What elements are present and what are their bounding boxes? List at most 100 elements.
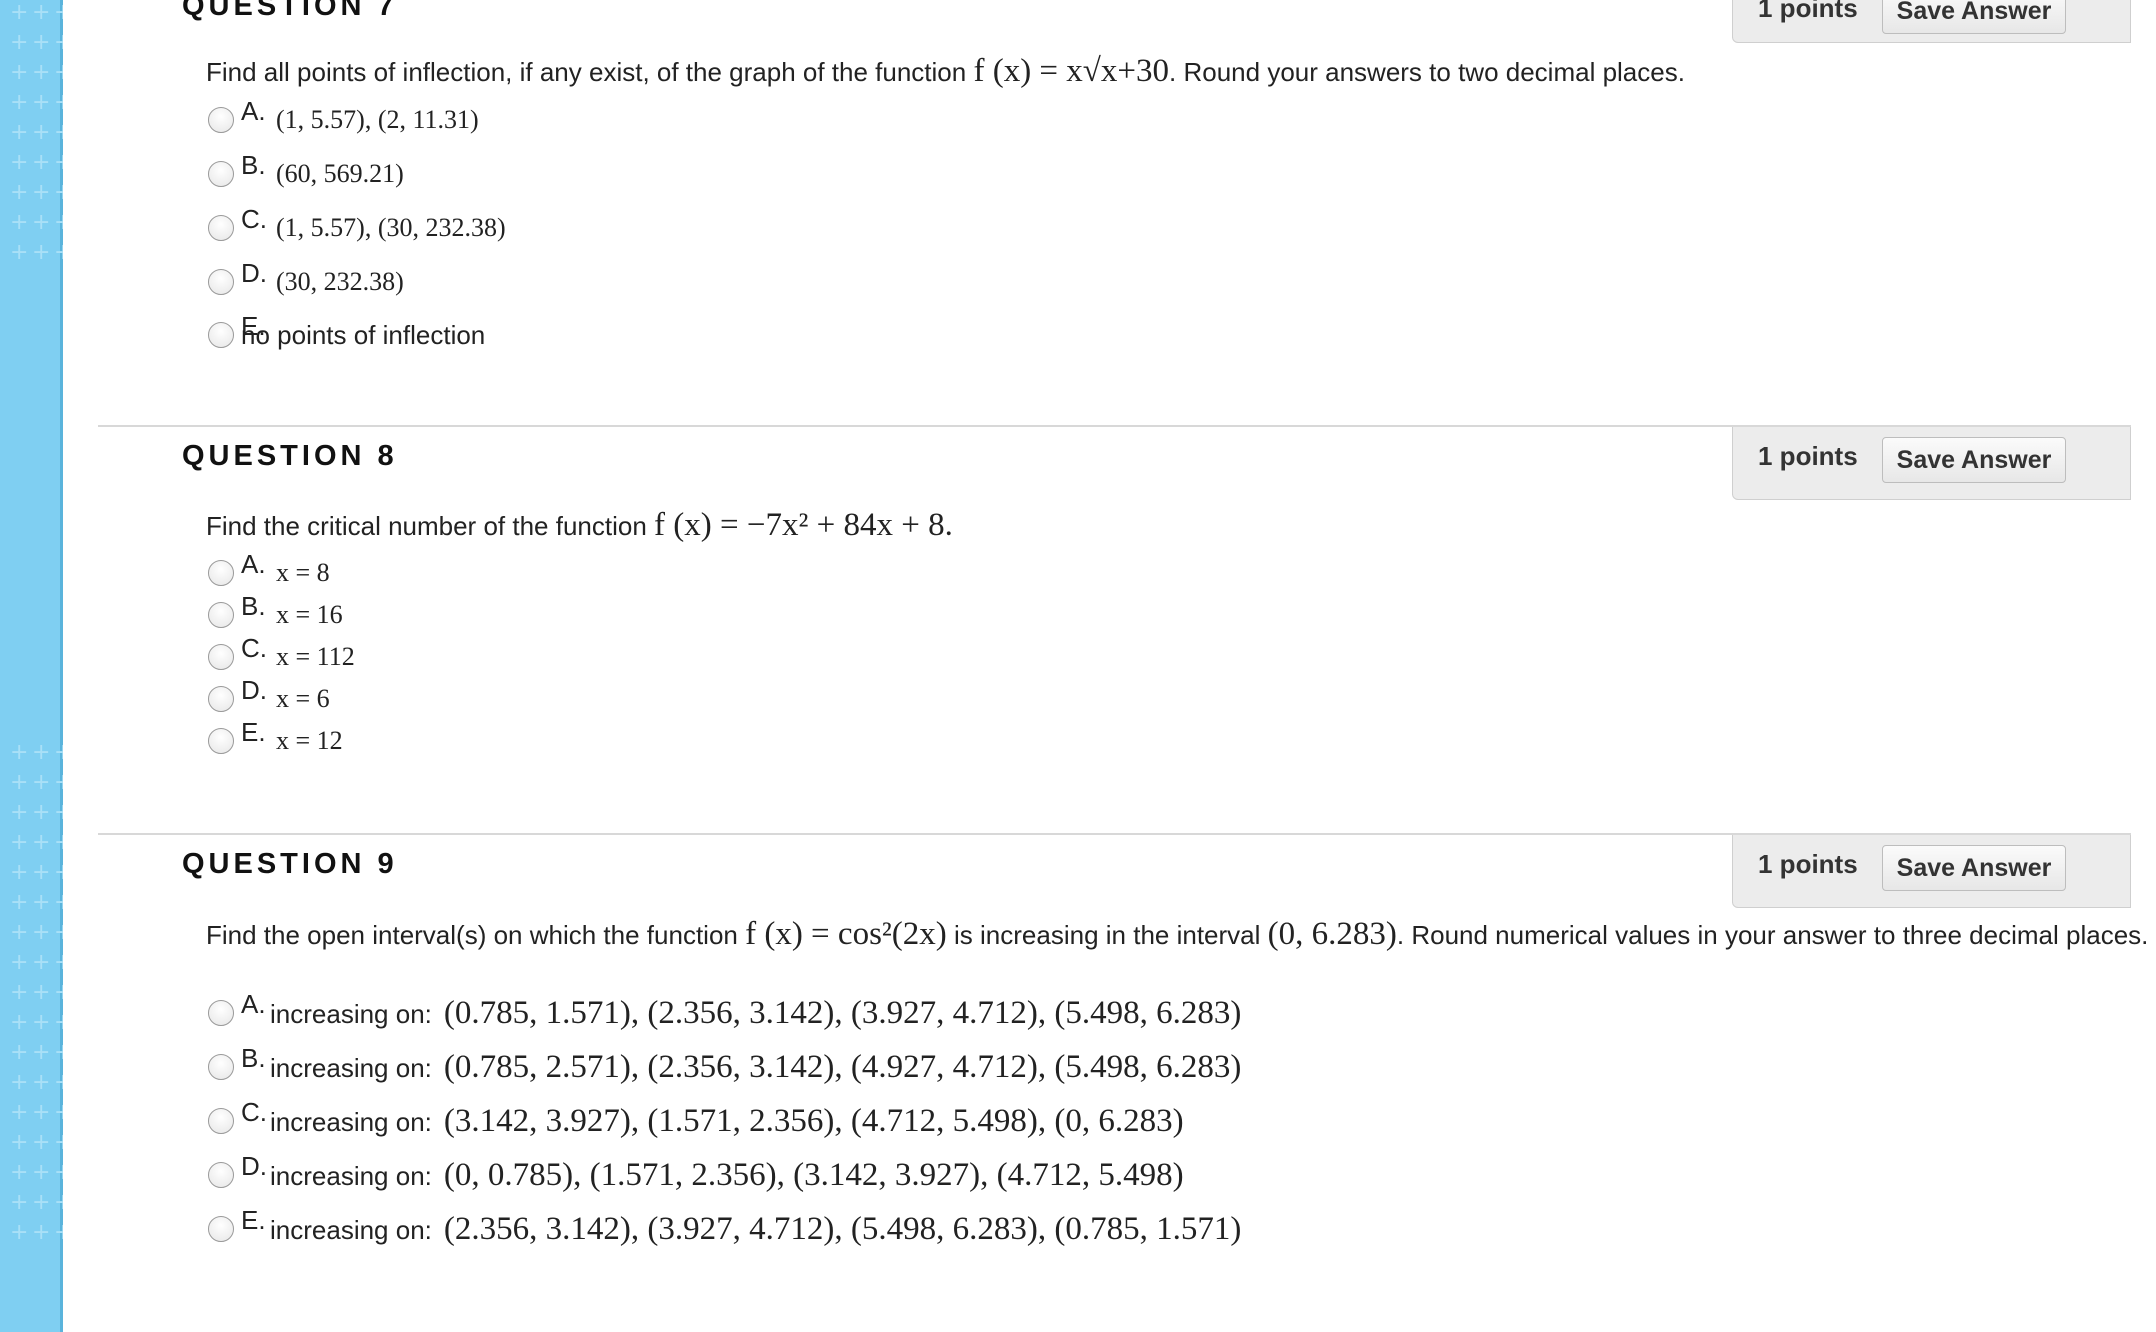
option-radio[interactable] [208, 1162, 234, 1188]
question-7: QUESTION 7 1 points Save Answer Find all… [98, 0, 2131, 400]
plus-pattern-icon: + [32, 150, 51, 175]
option-body: increasing on: (0.785, 1.571), (2.356, 3.… [270, 995, 1241, 1032]
plus-pattern-icon: + [10, 0, 29, 25]
option-radio[interactable] [208, 161, 234, 187]
plus-pattern-icon: + [32, 180, 51, 205]
option-radio[interactable] [208, 1000, 234, 1026]
plus-pattern-icon: + [32, 950, 51, 975]
option-text: (0.785, 1.571), (2.356, 3.142), (3.927, … [443, 995, 1242, 1031]
prompt-text-after: . Round your answers to two decimal plac… [1169, 57, 1685, 87]
question-title: QUESTION 9 [182, 848, 398, 880]
plus-pattern-icon: + [10, 1010, 29, 1035]
plus-pattern-icon: + [32, 770, 51, 795]
plus-pattern-icon: + [10, 150, 29, 175]
option-letter: B. [241, 150, 266, 180]
option-letter: D. [241, 1151, 267, 1181]
plus-pattern-icon: + [32, 920, 51, 945]
plus-pattern-icon: + [32, 240, 51, 265]
option-text: x = 8 [276, 558, 330, 587]
plus-pattern-icon: + [32, 740, 51, 765]
option-radio[interactable] [208, 728, 234, 754]
prompt-text-middle: is increasing in the interval [954, 920, 1261, 950]
plus-pattern-icon: + [32, 1040, 51, 1065]
question-9: QUESTION 9 1 points Save Answer Find the… [98, 833, 2148, 1332]
plus-pattern-icon: + [10, 60, 29, 85]
plus-pattern-icon: + [10, 800, 29, 825]
plus-pattern-icon: + [32, 90, 51, 115]
plus-pattern-icon: + [32, 980, 51, 1005]
option-radio[interactable] [208, 686, 234, 712]
prompt-math: f (x) = x√x+30 [973, 53, 1170, 89]
option-prefix: increasing on: [270, 1053, 432, 1083]
option-radio[interactable] [208, 1054, 234, 1080]
plus-pattern-icon: + [32, 0, 51, 25]
save-answer-button[interactable]: Save Answer [1882, 845, 2066, 891]
option-body: increasing on: (0, 0.785), (1.571, 2.356)… [270, 1157, 1184, 1194]
option-text: x = 112 [276, 642, 355, 671]
plus-pattern-icon: + [32, 890, 51, 915]
plus-pattern-icon: + [32, 1010, 51, 1035]
plus-pattern-icon: + [10, 1190, 29, 1215]
option-prefix: increasing on: [270, 1161, 432, 1191]
option-text: x = 6 [276, 684, 330, 713]
plus-pattern-icon: + [32, 30, 51, 55]
plus-pattern-icon: + [10, 770, 29, 795]
plus-pattern-icon: + [32, 1070, 51, 1095]
prompt-text: Find the open interval(s) on which the f… [206, 920, 738, 950]
option-letter: D. [241, 258, 267, 288]
question-title: QUESTION 8 [182, 440, 398, 472]
option-text: (1, 5.57), (30, 232.38) [276, 213, 506, 242]
option-radio[interactable] [208, 215, 234, 241]
points-label: 1 points [1758, 441, 1858, 471]
question-title: QUESTION 7 [182, 0, 398, 22]
prompt-math-interval: (0, 6.283) [1267, 916, 1397, 952]
option-text: (1, 5.57), (2, 11.31) [276, 105, 479, 134]
option-radio[interactable] [208, 1108, 234, 1134]
points-panel: 1 points Save Answer [1732, 0, 2131, 43]
option-prefix: increasing on: [270, 1215, 432, 1245]
prompt-text: Find all points of inflection, if any ex… [206, 57, 967, 87]
prompt-math: f (x) = −7x² + 84x + 8. [654, 507, 953, 543]
option-letter: B. [241, 1043, 266, 1073]
plus-pattern-icon: + [10, 1160, 29, 1185]
option-text: (3.142, 3.927), (1.571, 2.356), (4.712, … [443, 1103, 1184, 1139]
option-radio[interactable] [208, 560, 234, 586]
option-radio[interactable] [208, 107, 234, 133]
option-body: increasing on: (0.785, 2.571), (2.356, 3.… [270, 1049, 1241, 1086]
prompt-math: f (x) = cos²(2x) [745, 916, 947, 952]
plus-pattern-icon: + [10, 860, 29, 885]
plus-pattern-icon: + [10, 90, 29, 115]
question-prompt: Find the critical number of the function… [206, 504, 2156, 547]
option-radio[interactable] [208, 1216, 234, 1242]
option-prefix: increasing on: [270, 999, 432, 1029]
plus-pattern-icon: + [32, 1160, 51, 1185]
option-body: increasing on: (2.356, 3.142), (3.927, 4.… [270, 1211, 1241, 1248]
option-body: increasing on: (3.142, 3.927), (1.571, 2.… [270, 1103, 1184, 1140]
option-letter: C. [241, 633, 267, 663]
option-letter: B. [241, 591, 266, 621]
plus-pattern-icon: + [32, 1130, 51, 1155]
question-prompt: Find the open interval(s) on which the f… [206, 913, 2156, 956]
option-radio[interactable] [208, 602, 234, 628]
save-answer-button[interactable]: Save Answer [1882, 437, 2066, 483]
plus-pattern-icon: + [10, 1220, 29, 1245]
option-letter: A. [241, 96, 266, 126]
option-radio[interactable] [208, 322, 234, 348]
plus-pattern-icon: + [10, 210, 29, 235]
option-text: (0.785, 2.571), (2.356, 3.142), (4.927, … [443, 1049, 1242, 1085]
prompt-text-after: . Round numerical values in your answer … [1396, 920, 2149, 950]
plus-pattern-icon: + [32, 210, 51, 235]
option-text: (60, 569.21) [276, 159, 404, 188]
plus-pattern-icon: + [32, 1220, 51, 1245]
plus-pattern-icon: + [10, 1100, 29, 1125]
option-radio[interactable] [208, 644, 234, 670]
plus-pattern-icon: + [10, 950, 29, 975]
plus-pattern-icon: + [32, 1100, 51, 1125]
quiz-page: QUESTION 7 1 points Save Answer Find all… [63, 0, 2156, 1332]
points-label: 1 points [1758, 849, 1858, 879]
question-8: QUESTION 8 1 points Save Answer Find the… [98, 425, 2131, 830]
save-answer-button[interactable]: Save Answer [1882, 0, 2066, 34]
option-radio[interactable] [208, 269, 234, 295]
option-text: x = 12 [276, 726, 343, 755]
option-letter: D. [241, 675, 267, 705]
